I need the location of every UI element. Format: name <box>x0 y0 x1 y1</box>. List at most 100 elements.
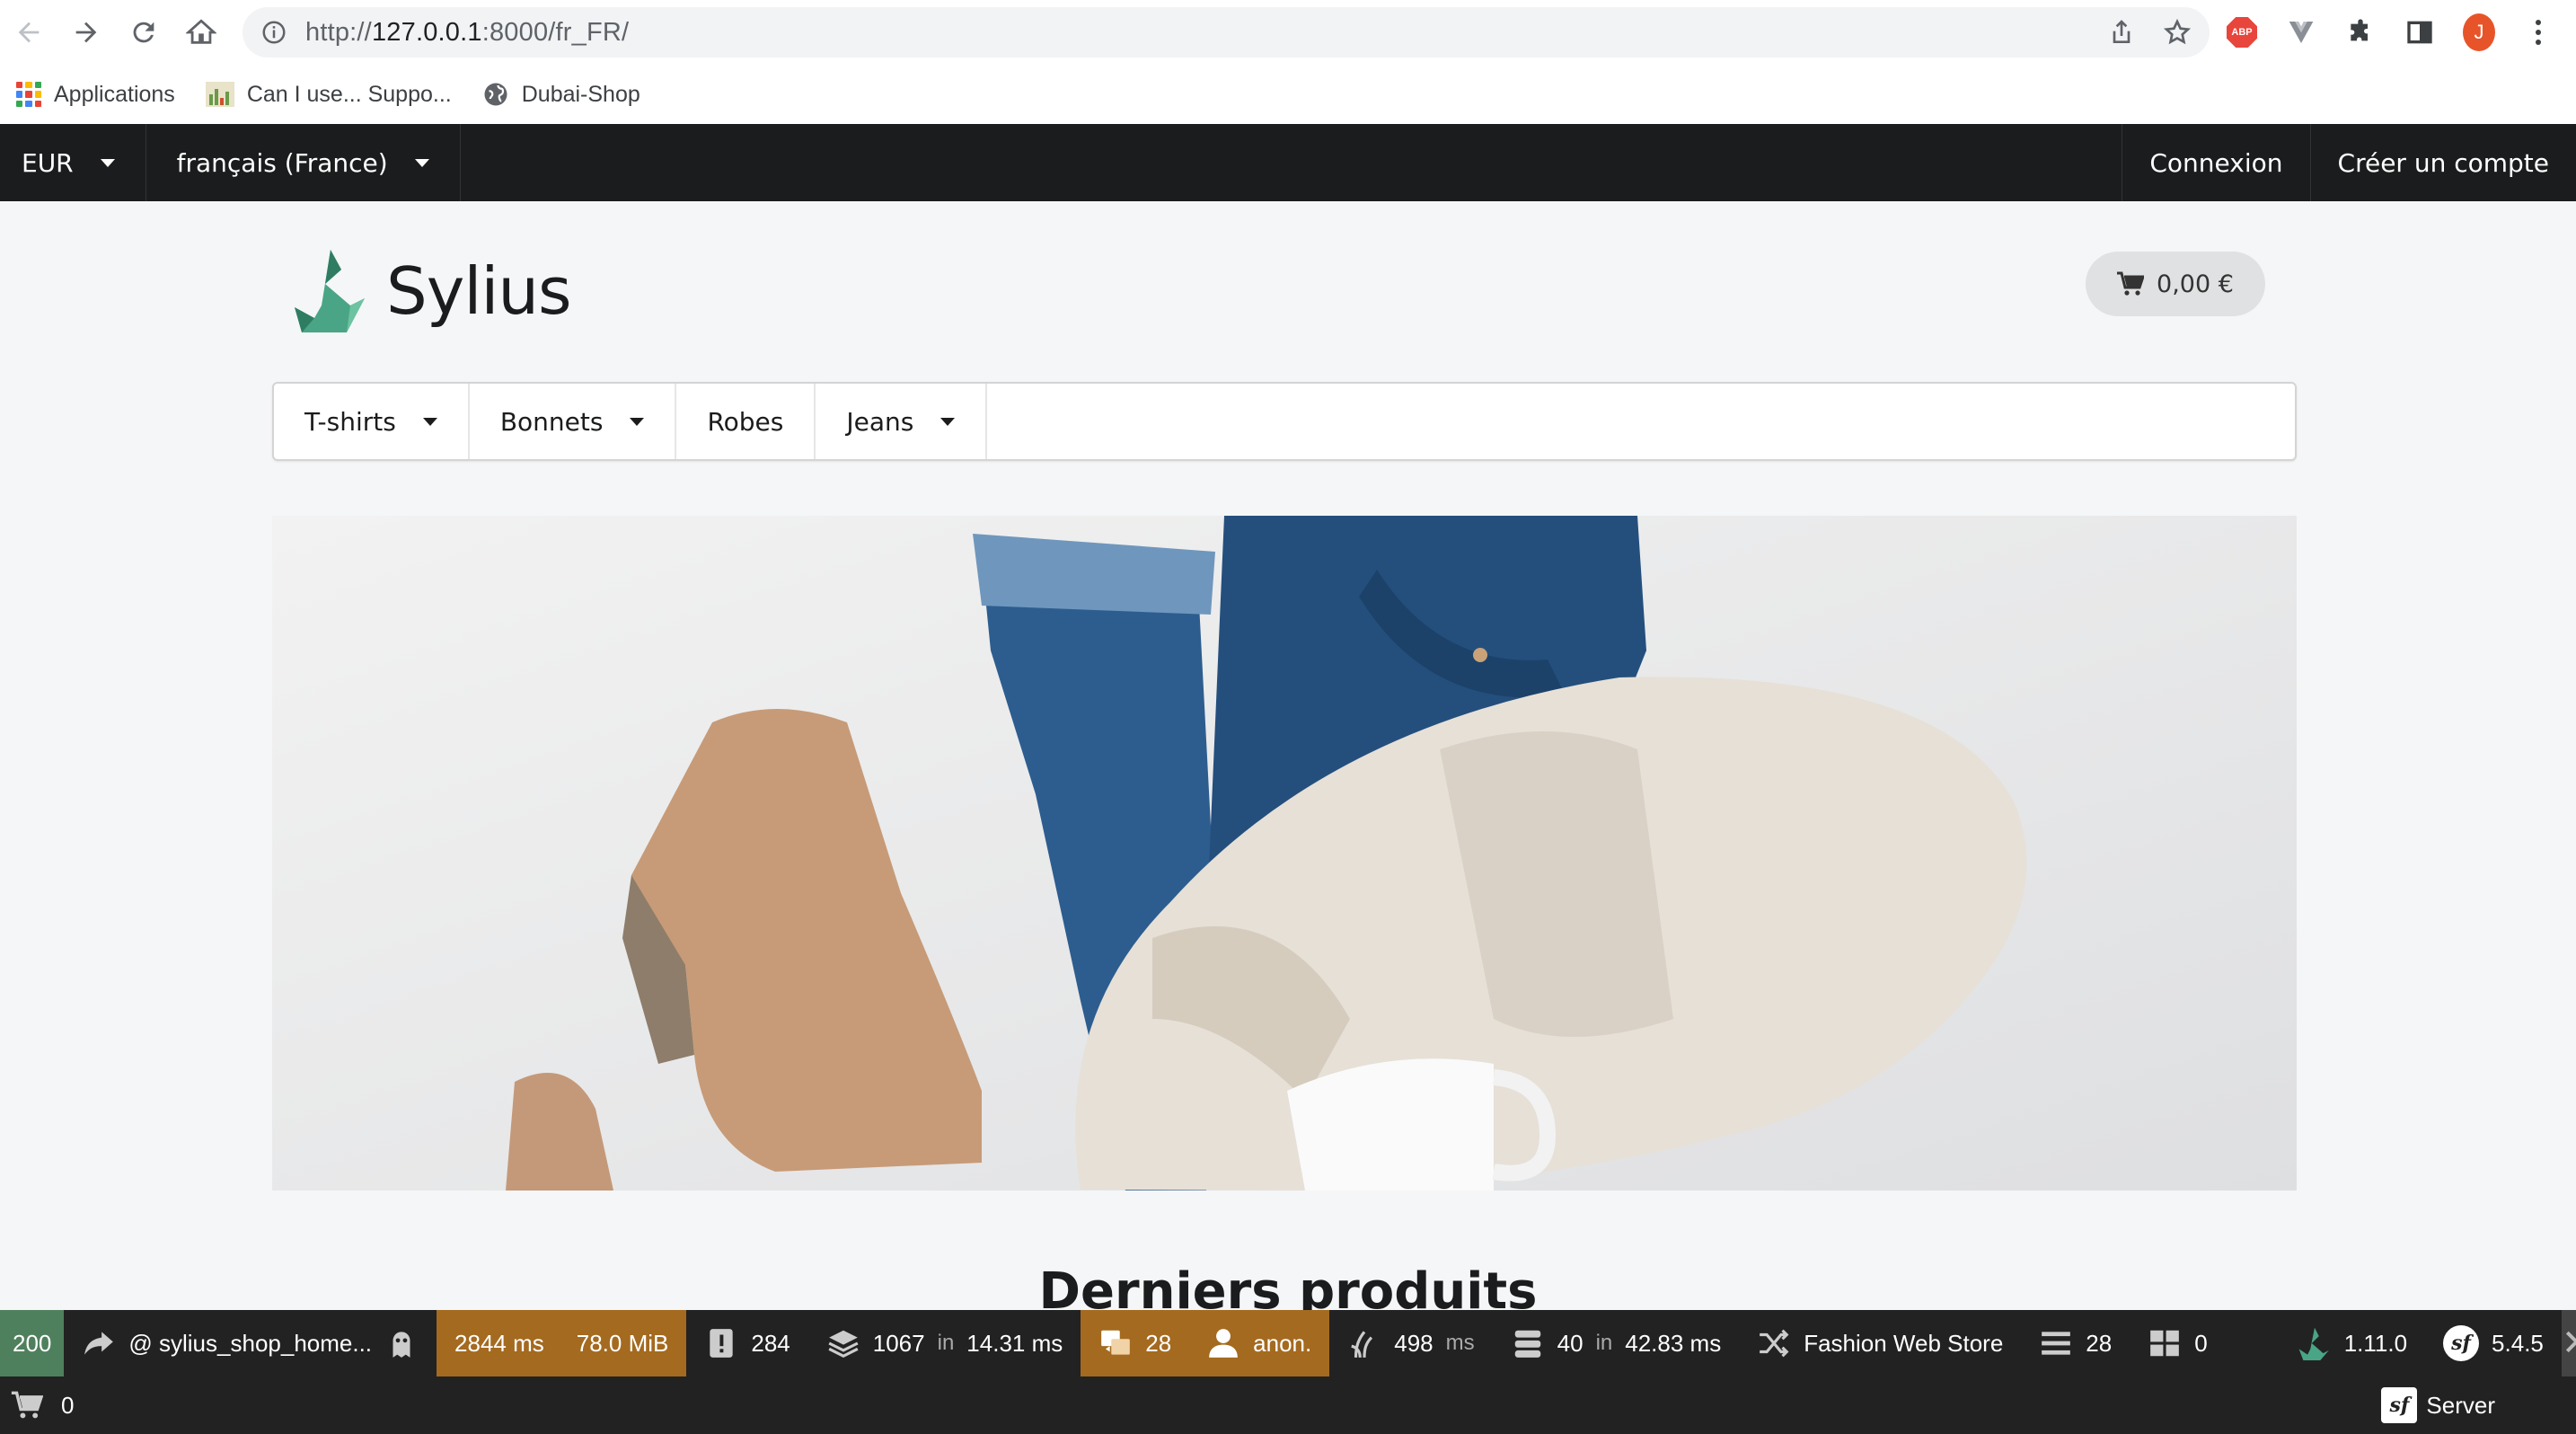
currency-switcher[interactable]: EUR <box>0 124 146 201</box>
sylius-version-panel[interactable]: 1.11.0 <box>2280 1310 2425 1376</box>
apps-grid-icon <box>16 82 41 107</box>
performance-panel[interactable]: 2844 ms 78.0 MiB <box>437 1310 687 1376</box>
address-bar[interactable]: http://127.0.0.1:8000/fr_FR/ <box>243 7 2210 58</box>
cache-time: 14.31 ms <box>966 1329 1063 1357</box>
menu-item-label: Bonnets <box>499 406 604 437</box>
logo-text: Sylius <box>386 253 571 329</box>
info-icon[interactable] <box>260 19 287 46</box>
twig-icon <box>1351 1331 1373 1358</box>
symfony-server-icon: sf <box>2381 1387 2418 1423</box>
cart-items-count: 0 <box>61 1391 75 1419</box>
profile-avatar[interactable]: J <box>2463 13 2495 51</box>
bookmark-caniuse[interactable]: Can I use... Suppo... <box>205 81 452 108</box>
url-text: http://127.0.0.1:8000/fr_FR/ <box>305 17 630 47</box>
logs-count: 284 <box>751 1329 790 1357</box>
cache-count: 1067 <box>872 1329 925 1357</box>
browser-menu-icon[interactable] <box>2522 16 2554 49</box>
security-panel[interactable]: anon. <box>1188 1310 1330 1376</box>
caret-down-icon <box>414 158 429 167</box>
route-panel[interactable]: @ sylius_shop_home... <box>64 1310 437 1376</box>
forms-count: 0 <box>2194 1329 2208 1357</box>
translation-icon <box>1101 1330 1131 1355</box>
vue-devtools-icon[interactable] <box>2285 16 2317 49</box>
logs-alert-icon <box>710 1329 734 1358</box>
server-panel[interactable]: sf Server <box>2381 1387 2576 1423</box>
symfony-debug-toolbar-secondary: 0 sf Server <box>0 1376 2576 1434</box>
cart-icon <box>11 1391 43 1419</box>
login-link[interactable]: Connexion <box>2122 124 2309 201</box>
twig-time: 498 <box>1394 1329 1434 1357</box>
symfony-logo-icon: sf <box>2443 1325 2480 1361</box>
back-icon[interactable] <box>0 0 57 65</box>
caniuse-icon <box>205 82 234 107</box>
shop-topbar: EUR français (France) Connexion Créer un… <box>0 124 2576 201</box>
layers-icon <box>828 1330 859 1359</box>
locale-label: français (France) <box>176 147 388 178</box>
sylius-logo[interactable]: Sylius <box>295 250 571 332</box>
symfony-debug-toolbar: 200 @ sylius_shop_home... 2844 ms 78.0 M… <box>0 1310 2576 1376</box>
caret-down-icon <box>422 417 437 426</box>
menu-item-robes[interactable]: Robes <box>676 384 816 459</box>
user-icon <box>1209 1329 1239 1358</box>
cart-button[interactable]: 0,00 € <box>2086 252 2265 316</box>
register-link[interactable]: Créer un compte <box>2309 124 2576 201</box>
locale-switcher[interactable]: français (France) <box>146 124 461 201</box>
currency-label: EUR <box>22 147 74 178</box>
forms-grid-icon <box>2150 1330 2180 1357</box>
bookmark-label: Can I use... Suppo... <box>246 81 452 107</box>
logs-panel[interactable]: 284 <box>686 1310 807 1376</box>
reload-icon[interactable] <box>115 0 172 65</box>
globe-icon <box>484 83 507 106</box>
bookmark-label: Applications <box>54 81 175 107</box>
menu-item-jeans[interactable]: Jeans <box>816 384 988 459</box>
menu-item-bonnets[interactable]: Bonnets <box>470 384 677 459</box>
status-code: 200 <box>13 1329 52 1357</box>
bookmarks-bar: Applications Can I use... Suppo... Dubai… <box>0 65 2576 124</box>
twig-panel[interactable]: 498 ms <box>1329 1310 1492 1376</box>
caret-down-icon <box>630 417 645 426</box>
hero-banner-image[interactable] <box>272 516 2297 1191</box>
cart-total: 0,00 € <box>2157 270 2234 298</box>
database-icon <box>1514 1330 1540 1358</box>
category-menu: T-shirts Bonnets Robes Jeans <box>272 382 2297 461</box>
bookmark-dubai-shop[interactable]: Dubai-Shop <box>482 81 640 108</box>
adblock-plus-icon[interactable]: ABP <box>2226 16 2258 49</box>
caret-down-icon <box>100 158 115 167</box>
symfony-version-panel[interactable]: sf 5.4.5 <box>2425 1310 2562 1376</box>
user-name: anon. <box>1253 1329 1312 1357</box>
menu-item-label: Robes <box>707 406 784 437</box>
cache-in-label: in <box>937 1331 955 1355</box>
channel-panel[interactable]: Fashion Web Store <box>1739 1310 2021 1376</box>
home-icon[interactable] <box>172 0 230 65</box>
channel-name: Fashion Web Store <box>1804 1329 2004 1357</box>
cache-panel[interactable]: 1067 in 14.31 ms <box>808 1310 1081 1376</box>
extensions-puzzle-icon[interactable] <box>2344 16 2377 49</box>
events-panel[interactable]: 28 <box>2021 1310 2130 1376</box>
bookmark-applications[interactable]: Applications <box>16 82 175 108</box>
menu-item-label: Jeans <box>846 406 914 437</box>
forms-panel[interactable]: 0 <box>2130 1310 2225 1376</box>
menu-item-tshirts[interactable]: T-shirts <box>274 384 470 459</box>
memory-usage: 78.0 MiB <box>576 1329 669 1357</box>
browser-toolbar: http://127.0.0.1:8000/fr_FR/ ABP J <box>0 0 2576 65</box>
translations-count: 28 <box>1145 1329 1172 1357</box>
shuffle-icon <box>1760 1329 1789 1358</box>
status-code-badge[interactable]: 200 <box>0 1310 65 1376</box>
ghost-icon <box>393 1332 410 1358</box>
side-panel-icon[interactable] <box>2404 16 2436 49</box>
cart-icon <box>2117 271 2145 296</box>
close-icon: ✕ <box>2562 1323 2576 1364</box>
share-icon[interactable] <box>2107 18 2136 47</box>
db-queries: 40 <box>1557 1329 1584 1357</box>
database-panel[interactable]: 40 in 42.83 ms <box>1493 1310 1740 1376</box>
forward-icon[interactable] <box>57 0 115 65</box>
star-icon[interactable] <box>2163 18 2192 47</box>
events-count: 28 <box>2086 1329 2113 1357</box>
symfony-version: 5.4.5 <box>2492 1329 2544 1357</box>
close-toolbar-button[interactable]: ✕ <box>2561 1310 2576 1376</box>
db-time: 42.83 ms <box>1625 1329 1722 1357</box>
translation-panel[interactable]: 28 <box>1081 1310 1190 1376</box>
server-label: Server <box>2426 1391 2495 1419</box>
cart-items-panel[interactable]: 0 <box>0 1391 74 1420</box>
bookmark-label: Dubai-Shop <box>521 81 640 107</box>
